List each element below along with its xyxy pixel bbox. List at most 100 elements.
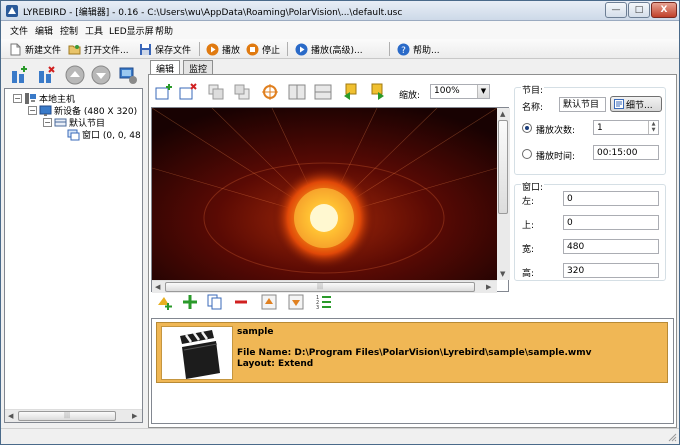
program-name-field[interactable]: 默认节目 [559, 97, 606, 112]
copy-icon[interactable] [206, 293, 224, 311]
scroll-up-arrow[interactable]: ▲ [500, 110, 505, 118]
preview-hscroll-thumb[interactable]: ||| [165, 282, 475, 292]
remove-device-icon[interactable] [37, 65, 57, 85]
left-label: 左: [522, 197, 535, 207]
tree-collapse-toggle[interactable]: − [28, 106, 37, 115]
help-button[interactable]: ? 帮助... [397, 41, 440, 57]
stop-button[interactable]: 停止 [246, 41, 280, 57]
tree-collapse-toggle[interactable]: − [13, 94, 22, 103]
top-label: 上: [522, 221, 535, 231]
save-disk-icon [140, 43, 151, 55]
scroll-down-arrow[interactable]: ▼ [500, 270, 505, 278]
numbered-list-icon[interactable]: 123 [315, 293, 333, 311]
maximize-button[interactable]: □ [628, 2, 650, 18]
chevron-down-icon[interactable]: ▼ [477, 85, 489, 98]
add-window-icon[interactable] [155, 83, 173, 101]
scroll-right-arrow[interactable]: ▶ [132, 412, 137, 420]
svg-text:?: ? [401, 46, 406, 56]
toolbar-separator [199, 42, 200, 56]
tab-monitor[interactable]: 监控 [183, 60, 214, 75]
stepper-down-icon[interactable]: ▼ [652, 127, 656, 133]
send-back-icon[interactable] [233, 83, 251, 101]
left-field[interactable]: 0 [563, 191, 659, 206]
tab-edit[interactable]: 编辑 [150, 60, 181, 75]
add-device-icon[interactable] [10, 65, 30, 85]
play-icon [206, 43, 219, 55]
new-file-button[interactable]: 新建文件 [9, 41, 61, 57]
program-group-legend: 节目: [521, 83, 545, 96]
menu-file[interactable]: 文件 [10, 24, 28, 37]
window-title: LYREBIRD - [编辑器] - 0.16 - C:\Users\wu\Ap… [23, 8, 403, 18]
details-label: 细节... [626, 100, 653, 111]
program-icon [54, 118, 67, 127]
play-count-label: 播放次数: [536, 126, 576, 136]
menu-edit[interactable]: 编辑 [35, 24, 53, 37]
svg-text:3: 3 [316, 305, 319, 311]
remove-icon[interactable] [232, 293, 250, 311]
title-bar[interactable]: LYREBIRD - [编辑器] - 0.16 - C:\Users\wu\Ap… [1, 1, 679, 21]
tree-collapse-toggle[interactable]: − [43, 118, 52, 127]
help-icon: ? [397, 43, 410, 56]
play-count-stepper[interactable]: 1 ▲ ▼ [593, 120, 659, 135]
preview-vscroll-thumb[interactable] [498, 120, 508, 214]
device-tree: − 本地主机 − 新设备 (480 X 320) − 默认节目 窗口 (0, 0… [4, 88, 143, 423]
device-settings-icon[interactable] [118, 65, 138, 85]
preview-canvas[interactable] [152, 108, 497, 280]
move-left-icon[interactable] [342, 83, 360, 101]
list-item[interactable]: sample File Name: D:\Program Files\Polar… [156, 322, 668, 383]
delete-window-icon[interactable] [179, 83, 197, 101]
play-time-radio[interactable] [522, 149, 532, 159]
details-button[interactable]: 细节... [610, 96, 662, 112]
menu-help[interactable]: 帮助 [155, 24, 173, 37]
zoom-select[interactable]: 100% ▼ [430, 84, 490, 99]
width-field[interactable]: 480 [563, 239, 659, 254]
media-thumbnail [161, 326, 233, 380]
stop-label: 停止 [262, 45, 281, 56]
play-advanced-icon [295, 43, 308, 55]
app-window: LYREBIRD - [编辑器] - 0.16 - C:\Users\wu\Ap… [0, 0, 680, 445]
height-field[interactable]: 320 [563, 263, 659, 278]
resize-grip-icon[interactable] [667, 432, 677, 442]
play-advanced-label: 播放(高级)... [311, 45, 363, 56]
split-horizontal-icon[interactable] [314, 83, 332, 101]
move-right-icon[interactable] [368, 83, 386, 101]
play-count-radio[interactable] [522, 123, 532, 133]
menu-tools[interactable]: 工具 [85, 24, 103, 37]
save-file-button[interactable]: 保存文件 [139, 41, 191, 57]
stop-icon [246, 43, 259, 55]
play-button[interactable]: 播放 [206, 41, 240, 57]
scroll-right-arrow[interactable]: ▶ [486, 283, 491, 291]
play-time-field[interactable]: 00:15:00 [593, 145, 659, 160]
add-icon[interactable] [181, 293, 199, 311]
open-file-button[interactable]: 打开文件... [68, 41, 129, 57]
add-media-icon[interactable] [156, 293, 174, 311]
bring-front-icon[interactable] [207, 83, 225, 101]
play-time-label: 播放时间: [536, 152, 576, 162]
minimize-button[interactable]: — [605, 2, 627, 18]
zoom-label: 缩放: [399, 91, 421, 101]
tree-scroll-thumb[interactable]: ||| [18, 411, 116, 421]
menu-control[interactable]: 控制 [60, 24, 78, 37]
media-name: sample [237, 327, 274, 337]
move-item-down-icon[interactable] [287, 293, 305, 311]
tree-window-label: 窗口 (0, 0, 48 [82, 131, 141, 141]
menu-led-display[interactable]: LED显示屏 [109, 24, 154, 37]
align-center-icon[interactable] [261, 83, 279, 101]
preview-horizontal-scrollbar[interactable]: ◀ ||| ▶ [152, 280, 497, 293]
width-label: 宽: [522, 245, 535, 255]
stepper-arrows-icon[interactable]: ▲ ▼ [648, 121, 658, 134]
move-item-up-icon[interactable] [260, 293, 278, 311]
scroll-left-arrow[interactable]: ◀ [8, 412, 13, 420]
close-button[interactable]: X [651, 2, 677, 18]
scroll-left-arrow[interactable]: ◀ [155, 283, 160, 291]
view-tabs: 编辑 监控 [148, 60, 677, 75]
top-field[interactable]: 0 [563, 215, 659, 230]
split-vertical-icon[interactable] [288, 83, 306, 101]
tree-node-window[interactable]: 窗口 (0, 0, 48 [67, 128, 141, 141]
open-folder-icon [68, 44, 81, 54]
move-down-icon[interactable] [91, 65, 111, 85]
play-count-value: 1 [597, 123, 603, 133]
tree-horizontal-scrollbar[interactable]: ◀ ||| ▶ [5, 409, 142, 422]
play-advanced-button[interactable]: 播放(高级)... [295, 41, 363, 57]
move-up-icon[interactable] [65, 65, 85, 85]
